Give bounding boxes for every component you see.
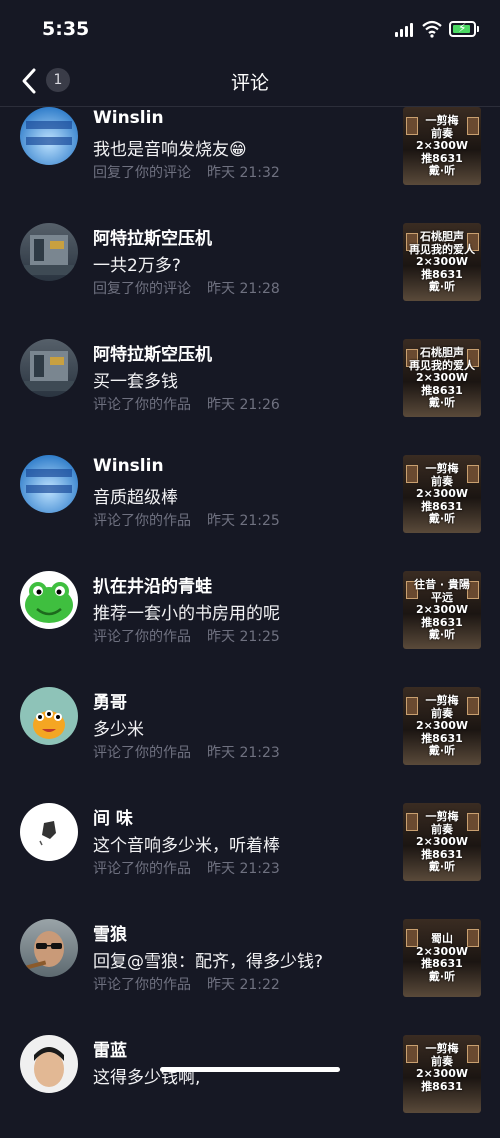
comment-row[interactable]: 雷蓝 这得多少钱啊, 一剪梅 前奏 2×300W 推8631 xyxy=(0,1022,500,1138)
commenter-name[interactable]: 间 味 xyxy=(93,804,133,829)
comment-text: 多少米 xyxy=(93,720,144,740)
comment-row[interactable]: 雪狼 回复@雪狼：配齐，得多少钱? 评论了你的作品 昨天 21:22 蜀山 2×30… xyxy=(0,906,500,1022)
commenter-name[interactable]: 阿特拉斯空压机 xyxy=(93,340,212,365)
avatar-man-icon xyxy=(34,1047,64,1087)
thumbnail-caption: 一剪梅 前奏 2×300W 推8631 戴·听 xyxy=(416,462,468,525)
avatar-machine-icon xyxy=(24,351,74,391)
avatar-blue-sky-icon xyxy=(26,469,72,493)
avatar[interactable] xyxy=(20,803,78,861)
thumbnail-caption: 一剪梅 前奏 2×300W 推8631 戴·听 xyxy=(416,694,468,757)
video-thumbnail[interactable]: 一剪梅 前奏 2×300W 推8631 戴·听 xyxy=(403,107,481,185)
thumbnail-caption: 往昔 · 貴陽 平远 2×300W 推8631 戴·听 xyxy=(414,578,470,641)
video-thumbnail[interactable]: 往昔 · 貴陽 平远 2×300W 推8631 戴·听 xyxy=(403,571,481,649)
nav-bar: 1 评论 xyxy=(0,58,500,107)
battery-tip xyxy=(477,26,479,32)
thumbnail-caption: 一剪梅 前奏 2×300W 推8631 戴·听 xyxy=(416,810,468,873)
commenter-name[interactable]: 雪狼 xyxy=(93,920,127,945)
avatar[interactable] xyxy=(20,455,78,513)
video-thumbnail[interactable]: 蜀山 2×300W 推8631 戴·听 xyxy=(403,919,481,997)
comment-meta: 评论了你的作品 昨天 21:22 xyxy=(93,974,280,994)
thumbnail-caption: 一剪梅 前奏 2×300W 推8631 xyxy=(416,1042,468,1093)
video-thumbnail[interactable]: 一剪梅 前奏 2×300W 推8631 戴·听 xyxy=(403,803,481,881)
video-thumbnail[interactable]: 一剪梅 前奏 2×300W 推8631 戴·听 xyxy=(403,687,481,765)
avatar-blue-sky-icon xyxy=(26,121,72,145)
comment-time: 昨天 21:32 xyxy=(207,165,280,181)
avatar-frog-icon xyxy=(25,582,73,623)
comment-row[interactable]: 阿特拉斯空压机 买一套多钱 评论了你的作品 昨天 21:26 石桃胆声 再见我的爱人… xyxy=(0,326,500,442)
comment-text: 一共2万多? xyxy=(93,256,181,276)
comment-text: 这个音响多少米，听着棒 xyxy=(93,836,280,856)
comment-text: 推荐一套小的书房用的呢 xyxy=(93,604,280,624)
avatar-sketch-icon xyxy=(39,821,56,846)
comment-time: 昨天 21:23 xyxy=(207,861,280,877)
thumbnail-caption: 石桃胆声 再见我的爱人 2×300W 推8631 戴·听 xyxy=(409,346,475,409)
comment-action: 评论了你的作品 xyxy=(93,629,191,645)
comment-time: 昨天 21:25 xyxy=(207,629,280,645)
avatar[interactable] xyxy=(20,571,78,629)
avatar-man-glasses-icon xyxy=(25,931,64,970)
comment-action: 评论了你的作品 xyxy=(93,861,191,877)
comment-text: 音质超级棒 xyxy=(93,488,178,508)
avatar-machine-icon xyxy=(24,235,74,275)
comment-action: 评论了你的作品 xyxy=(93,513,191,529)
comment-row[interactable]: 间 味 这个音响多少米，听着棒 评论了你的作品 昨天 21:23 一剪梅 前奏 2×3… xyxy=(0,790,500,906)
battery-icon: ⚡ xyxy=(449,21,476,37)
thumbnail-caption: 蜀山 2×300W 推8631 戴·听 xyxy=(416,932,468,983)
comment-time: 昨天 21:26 xyxy=(207,397,280,413)
comment-row[interactable]: 阿特拉斯空压机 一共2万多? 回复了你的评论 昨天 21:28 石桃胆声 再见我的爱… xyxy=(0,210,500,326)
comment-meta: 评论了你的作品 昨天 21:25 xyxy=(93,626,280,646)
avatar[interactable] xyxy=(20,1035,78,1093)
avatar[interactable] xyxy=(20,107,78,165)
status-bar: 5:35 ⚡ xyxy=(0,0,500,58)
commenter-name[interactable]: 勇哥 xyxy=(93,688,127,713)
comment-action: 评论了你的作品 xyxy=(93,397,191,413)
comment-meta: 评论了你的作品 昨天 21:23 xyxy=(93,858,280,878)
comment-time: 昨天 21:28 xyxy=(207,281,280,297)
comment-text: 回复@雪狼：配齐，得多少钱? xyxy=(93,952,324,972)
commenter-name[interactable]: 阿特拉斯空压机 xyxy=(93,224,212,249)
avatar-monster-icon xyxy=(33,710,65,739)
avatar[interactable] xyxy=(20,687,78,745)
comment-meta: 评论了你的作品 昨天 21:23 xyxy=(93,742,280,762)
commenter-name[interactable]: 扒在井沿的青蛙 xyxy=(93,572,212,597)
page-title: 评论 xyxy=(230,72,269,94)
avatar[interactable] xyxy=(20,339,78,397)
thumbnail-caption: 石桃胆声 再见我的爱人 2×300W 推8631 戴·听 xyxy=(409,230,475,293)
wifi-icon xyxy=(422,20,442,38)
comment-row[interactable]: 扒在井沿的青蛙 推荐一套小的书房用的呢 评论了你的作品 昨天 21:25 往昔 ·… xyxy=(0,558,500,674)
comment-time: 昨天 21:25 xyxy=(207,513,280,529)
comment-list: Winslin 我也是音响发烧友😁 回复了你的评论 昨天 21:32 一剪梅 前奏 2… xyxy=(0,107,500,1138)
cellular-signal-icon xyxy=(395,23,415,37)
comment-action: 回复了你的评论 xyxy=(93,281,191,297)
commenter-name[interactable]: 雷蓝 xyxy=(93,1036,127,1061)
video-thumbnail[interactable]: 一剪梅 前奏 2×300W 推8631 戴·听 xyxy=(403,455,481,533)
status-time: 5:35 xyxy=(42,18,90,40)
comment-time: 昨天 21:23 xyxy=(207,745,280,761)
comment-action: 回复了你的评论 xyxy=(93,165,191,181)
comment-row[interactable]: Winslin 音质超级棒 评论了你的作品 昨天 21:25 一剪梅 前奏 2×300… xyxy=(0,442,500,558)
comment-meta: 评论了你的作品 昨天 21:25 xyxy=(93,510,280,530)
home-indicator[interactable] xyxy=(160,1067,340,1072)
comment-time: 昨天 21:22 xyxy=(207,977,280,993)
video-thumbnail[interactable]: 石桃胆声 再见我的爱人 2×300W 推8631 戴·听 xyxy=(403,223,481,301)
comment-text: 买一套多钱 xyxy=(93,372,178,392)
commenter-name[interactable]: Winslin xyxy=(93,456,164,476)
comment-row[interactable]: 勇哥 多少米 评论了你的作品 昨天 21:23 一剪梅 前奏 2×300W 推8631 戴… xyxy=(0,674,500,790)
video-thumbnail[interactable]: 石桃胆声 再见我的爱人 2×300W 推8631 戴·听 xyxy=(403,339,481,417)
avatar[interactable] xyxy=(20,919,78,977)
thumbnail-caption: 一剪梅 前奏 2×300W 推8631 戴·听 xyxy=(416,114,468,177)
comment-row[interactable]: Winslin 我也是音响发烧友😁 回复了你的评论 昨天 21:32 一剪梅 前奏 2… xyxy=(0,107,500,210)
avatar[interactable] xyxy=(20,223,78,281)
comment-meta: 回复了你的评论 昨天 21:32 xyxy=(93,162,280,182)
comment-action: 评论了你的作品 xyxy=(93,977,191,993)
commenter-name[interactable]: Winslin xyxy=(93,108,164,128)
comment-meta: 回复了你的评论 昨天 21:28 xyxy=(93,278,280,298)
comment-meta: 评论了你的作品 昨天 21:26 xyxy=(93,394,280,414)
comment-text: 我也是音响发烧友😁 xyxy=(93,140,247,160)
video-thumbnail[interactable]: 一剪梅 前奏 2×300W 推8631 xyxy=(403,1035,481,1113)
comment-action: 评论了你的作品 xyxy=(93,745,191,761)
